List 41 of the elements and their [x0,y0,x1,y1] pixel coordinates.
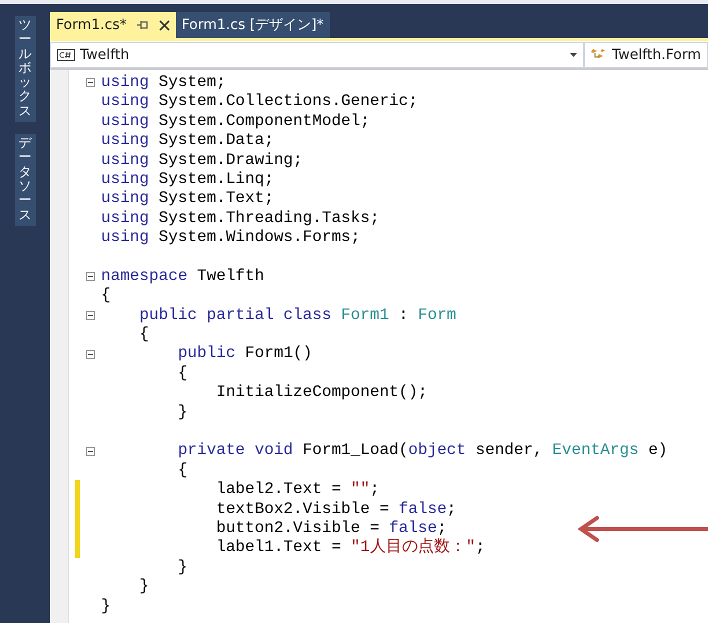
side-panel-tab[interactable]: データソース [14,134,36,226]
project-dropdown[interactable]: Twelfth [50,42,584,68]
code-line: using System.Data; [101,131,274,151]
class-dropdown[interactable]: Twelfth.Form [584,42,708,68]
code-line: private void Form1_Load(object sender, EventArgs e) [176,441,668,461]
code-line: { [176,364,188,384]
code-line: using System.Windows.Forms; [101,228,360,248]
code-line: using System.Linq; [101,170,274,190]
code-line: public partial class Form1 : Form [138,306,456,326]
code-line: using System.Drawing; [101,150,303,170]
code-line: label2.Text = ""; [215,480,380,500]
collapse-icon[interactable] [86,350,95,359]
pin-icon[interactable] [136,20,149,30]
code-line: label1.Text = "1人目の点数："; [215,538,486,558]
code-line: InitializeComponent(); [215,383,428,403]
code-line: } [138,577,150,597]
csharp-file-icon [57,49,75,61]
code-line: using System; [101,73,226,92]
code-line: using System.Collections.Generic; [101,92,418,112]
code-line: using System.ComponentModel; [101,112,370,132]
side-panel-tab[interactable]: ツールボックス [14,16,36,122]
code-line: textBox2.Visible = false; [215,500,456,519]
code-line: { [138,325,150,344]
collapse-icon[interactable] [86,310,95,320]
code-line: namespace Twelfth [101,266,264,286]
caret-icon [570,53,578,57]
code-line: { [101,286,111,306]
code-line: { [176,460,188,480]
collapse-icon[interactable] [86,78,95,88]
code-line: } [176,558,188,578]
code-line: button2.Visible = false; [215,518,447,538]
collapse-icon[interactable] [86,272,95,282]
code-line: public Form1() [176,344,312,364]
file-tab[interactable]: Form1.cs* [50,12,176,38]
file-tab[interactable]: Form1.cs [デザイン]* [176,12,330,38]
code-line: } [176,402,188,422]
code-line: using System.Text; [101,189,274,209]
code-line: using System.Threading.Tasks; [101,208,380,228]
code-line: } [101,596,111,616]
collapse-icon[interactable] [86,446,95,456]
close-icon[interactable] [158,20,170,30]
